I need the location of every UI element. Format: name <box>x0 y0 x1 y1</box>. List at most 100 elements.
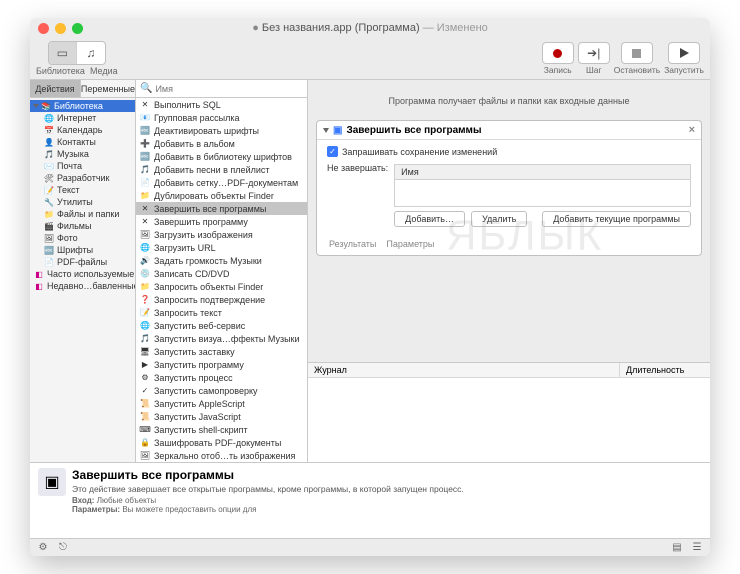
action-item[interactable]: ✕Завершить программу <box>136 215 307 228</box>
app-icon: ▣ <box>333 125 342 136</box>
action-item[interactable]: 🌐Запустить веб-сервис <box>136 319 307 332</box>
action-item[interactable]: ⚙Запустить процесс <box>136 371 307 384</box>
add-app-button[interactable]: Добавить… <box>394 211 465 227</box>
library-recent[interactable]: ◧Часто используемые <box>30 268 135 280</box>
action-list[interactable]: ✕Выполнить SQL📧Групповая рассылка🔤Деакти… <box>136 98 307 462</box>
actions-tab[interactable]: Действия <box>30 80 81 97</box>
library-item[interactable]: 📄PDF-файлы <box>30 256 135 268</box>
action-item[interactable]: ➕Добавить в альбом <box>136 137 307 150</box>
close-button[interactable] <box>38 23 49 34</box>
actions-column: 🔍 ✕Выполнить SQL📧Групповая рассылка🔤Деак… <box>136 80 308 462</box>
dirty-indicator-icon: ● <box>252 22 259 34</box>
action-box-body: ✓ Запрашивать сохранение изменений Не за… <box>317 140 701 255</box>
disclosure-icon[interactable] <box>323 128 329 133</box>
action-item[interactable]: 📁Дублировать объекты Finder <box>136 189 307 202</box>
library-item[interactable]: 📅Календарь <box>30 124 135 136</box>
action-item[interactable]: 🔤Добавить в библиотеку шрифтов <box>136 150 307 163</box>
action-item[interactable]: 🎵Добавить песни в плейлист <box>136 163 307 176</box>
action-item[interactable]: 🎵Запустить визуа…ффекты Музыки <box>136 332 307 345</box>
library-item[interactable]: 🖼Фото <box>30 232 135 244</box>
run-button[interactable] <box>668 42 700 64</box>
action-item[interactable]: 📝Запросить текст <box>136 306 307 319</box>
info-desc: Это действие завершает все открытые прог… <box>72 484 702 494</box>
status-bar: ⚙ ⎋ ▤ ☰ <box>30 538 710 556</box>
library-item[interactable]: 🎵Музыка <box>30 148 135 160</box>
remove-action-button[interactable]: × <box>689 124 695 136</box>
action-item[interactable]: 🌐Загрузить URL <box>136 241 307 254</box>
ask-save-label: Запрашивать сохранение изменений <box>342 147 497 157</box>
variables-tab[interactable]: Переменные <box>81 80 135 97</box>
library-item[interactable]: 👤Контакты <box>30 136 135 148</box>
info-title: Завершить все программы <box>72 468 702 482</box>
library-recent[interactable]: ◧Недавно…бавленные <box>30 280 135 292</box>
action-box-quit-all[interactable]: ▣ Завершить все программы × ✓ Запрашиват… <box>316 120 702 256</box>
library-item[interactable]: 🔤Шрифты <box>30 244 135 256</box>
library-root[interactable]: 📚Библиотека <box>30 100 135 112</box>
library-item[interactable]: 🌐Интернет <box>30 112 135 124</box>
log-body[interactable] <box>308 378 710 462</box>
record-button[interactable] <box>542 42 574 64</box>
log-view-icon[interactable]: ▤ <box>670 542 684 553</box>
ask-save-checkbox[interactable]: ✓ <box>327 146 338 157</box>
results-subtab[interactable]: Результаты <box>329 239 376 249</box>
action-box-header[interactable]: ▣ Завершить все программы × <box>317 121 701 140</box>
add-current-apps-button[interactable]: Добавить текущие программы <box>542 211 691 227</box>
step-icon: ➔| <box>587 46 600 60</box>
action-item[interactable]: 🔤Деактивировать шрифты <box>136 124 307 137</box>
action-item[interactable]: ✓Запустить самопроверку <box>136 384 307 397</box>
titlebar: ● Без названия.app (Программа) — Изменен… <box>30 18 710 38</box>
content-area: Действия Переменные 📚Библиотека🌐Интернет… <box>30 80 710 462</box>
automator-window: ● Без названия.app (Программа) — Изменен… <box>30 18 710 556</box>
exclude-table[interactable] <box>394 179 691 207</box>
annotation-arrow <box>703 185 710 315</box>
action-item[interactable]: 📄Добавить сетку…PDF-документам <box>136 176 307 189</box>
media-button[interactable]: ♫ <box>77 42 105 64</box>
action-box-title: Завершить все программы <box>346 125 481 136</box>
action-item[interactable]: 📜Запустить AppleScript <box>136 397 307 410</box>
action-item[interactable]: 🔒Зашифровать PDF-документы <box>136 436 307 449</box>
action-item[interactable]: ❓Запросить подтверждение <box>136 293 307 306</box>
action-item[interactable]: 🖥Запустить заставку <box>136 345 307 358</box>
action-item[interactable]: 📁Запросить объекты Finder <box>136 280 307 293</box>
action-item[interactable]: ⌨Запустить shell-скрипт <box>136 423 307 436</box>
stop-icon <box>632 49 641 58</box>
action-item[interactable]: 💿Записать CD/DVD <box>136 267 307 280</box>
remove-app-button[interactable]: Удалить <box>471 211 527 227</box>
action-item[interactable]: ✕Завершить все программы <box>136 202 307 215</box>
params-subtab[interactable]: Параметры <box>386 239 434 249</box>
library-item[interactable]: 📁Файлы и папки <box>30 208 135 220</box>
stop-button[interactable] <box>621 42 653 64</box>
library-item[interactable]: 📝Текст <box>30 184 135 196</box>
workflow-panel: Программа получает файлы и папки как вхо… <box>308 80 710 462</box>
dont-quit-label: Не завершать: <box>327 161 388 173</box>
share-icon[interactable]: ⎋ <box>56 542 70 553</box>
step-button[interactable]: ➔| <box>578 42 610 64</box>
log-col-duration: Длительность <box>620 363 710 377</box>
traffic-lights <box>38 23 83 34</box>
library-button[interactable]: ▭ <box>49 42 77 64</box>
library-list[interactable]: 📚Библиотека🌐Интернет📅Календарь👤Контакты🎵… <box>30 98 135 462</box>
minimize-button[interactable] <box>55 23 66 34</box>
log-col-journal: Журнал <box>308 363 620 377</box>
search-input[interactable] <box>155 84 303 94</box>
gear-icon[interactable]: ⚙ <box>36 542 50 553</box>
library-item[interactable]: 🛠Разработчик <box>30 172 135 184</box>
action-item[interactable]: ▶Запустить программу <box>136 358 307 371</box>
search-icon: 🔍 <box>140 83 152 94</box>
info-icon: ▣ <box>38 468 66 496</box>
sidebar-icon: ▭ <box>57 46 68 60</box>
action-item[interactable]: 🖼Загрузить изображения <box>136 228 307 241</box>
workflow-canvas[interactable]: Программа получает файлы и папки как вхо… <box>308 80 710 362</box>
library-item[interactable]: 🎬Фильмы <box>30 220 135 232</box>
action-item[interactable]: 📧Групповая рассылка <box>136 111 307 124</box>
flow-view-icon[interactable]: ☰ <box>690 542 704 553</box>
action-item[interactable]: ✕Выполнить SQL <box>136 98 307 111</box>
library-item[interactable]: ✉️Почта <box>30 160 135 172</box>
info-panel: ▣ Завершить все программы Это действие з… <box>30 462 710 538</box>
action-item[interactable]: 🔊Задать громкость Музыки <box>136 254 307 267</box>
action-item[interactable]: 🖼Зеркально отоб…ть изображения <box>136 449 307 462</box>
action-item[interactable]: 📜Запустить JavaScript <box>136 410 307 423</box>
library-item[interactable]: 🔧Утилиты <box>30 196 135 208</box>
zoom-button[interactable] <box>72 23 83 34</box>
search-field[interactable]: 🔍 <box>136 80 307 98</box>
